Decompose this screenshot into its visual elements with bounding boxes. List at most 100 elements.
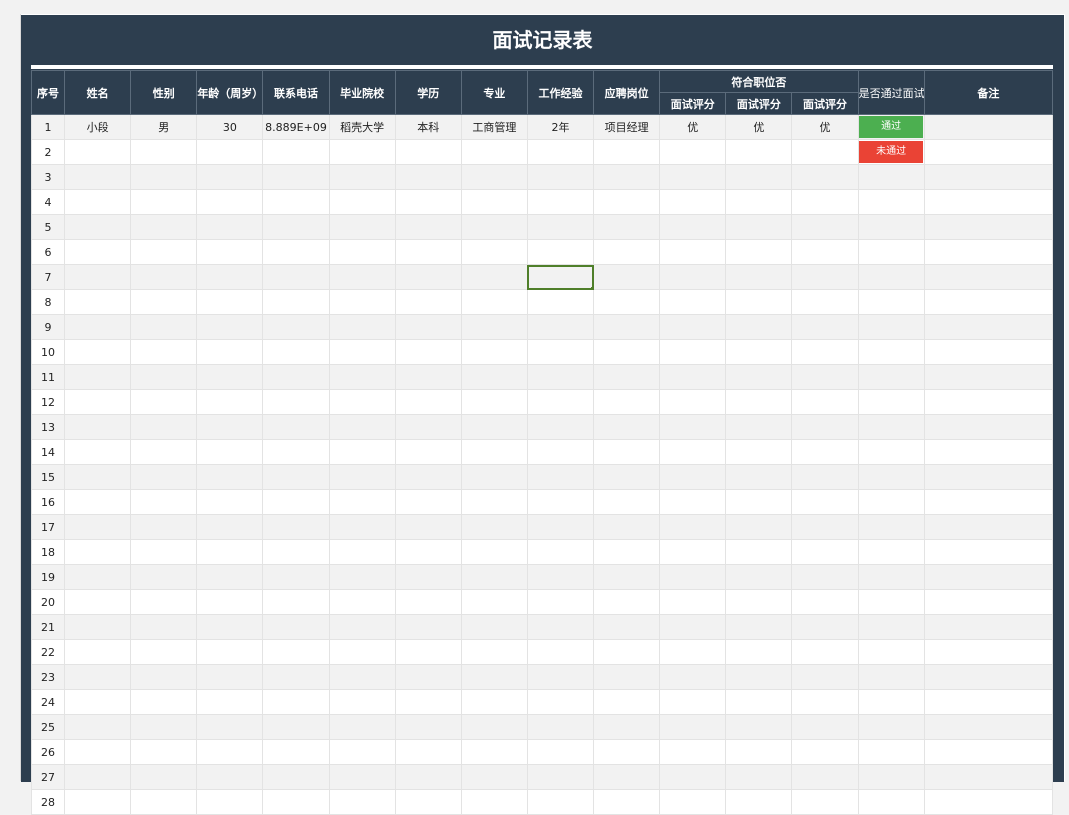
cell-name[interactable] bbox=[64, 789, 132, 815]
cell-passed[interactable] bbox=[857, 764, 925, 790]
cell-major[interactable] bbox=[460, 514, 528, 540]
cell-remark[interactable] bbox=[923, 339, 1054, 365]
cell-major[interactable] bbox=[460, 664, 528, 690]
cell-education[interactable] bbox=[394, 414, 462, 440]
cell-gender[interactable] bbox=[130, 514, 198, 540]
cell-gender[interactable] bbox=[130, 739, 198, 765]
cell-education[interactable] bbox=[394, 164, 462, 190]
cell-major[interactable] bbox=[460, 414, 528, 440]
cell-phone[interactable] bbox=[262, 564, 330, 590]
cell-phone[interactable] bbox=[262, 139, 330, 165]
cell-phone[interactable] bbox=[262, 314, 330, 340]
cell-score1[interactable] bbox=[659, 439, 727, 465]
cell-school[interactable] bbox=[328, 589, 396, 615]
cell-seq[interactable]: 6 bbox=[30, 239, 66, 265]
cell-major[interactable] bbox=[460, 139, 528, 165]
cell-position[interactable] bbox=[593, 614, 661, 640]
cell-score1[interactable] bbox=[659, 339, 727, 365]
cell-name[interactable] bbox=[64, 664, 132, 690]
cell-major[interactable] bbox=[460, 439, 528, 465]
cell-seq[interactable]: 12 bbox=[30, 389, 66, 415]
cell-score3[interactable] bbox=[791, 439, 859, 465]
cell-score1[interactable] bbox=[659, 789, 727, 815]
cell-major[interactable] bbox=[460, 389, 528, 415]
cell-phone[interactable] bbox=[262, 614, 330, 640]
cell-education[interactable] bbox=[394, 714, 462, 740]
cell-experience[interactable] bbox=[526, 689, 595, 715]
cell-score3[interactable] bbox=[791, 264, 859, 290]
cell-experience[interactable] bbox=[526, 589, 595, 615]
cell-score2[interactable] bbox=[725, 239, 793, 265]
cell-score3[interactable] bbox=[791, 764, 859, 790]
cell-school[interactable] bbox=[328, 764, 396, 790]
cell-name[interactable] bbox=[64, 189, 132, 215]
cell-score1[interactable]: 优 bbox=[659, 114, 727, 140]
cell-major[interactable] bbox=[460, 589, 528, 615]
cell-seq[interactable]: 21 bbox=[30, 614, 66, 640]
cell-score2[interactable] bbox=[725, 639, 793, 665]
cell-age[interactable] bbox=[196, 514, 264, 540]
cell-score3[interactable] bbox=[791, 214, 859, 240]
cell-passed[interactable] bbox=[857, 464, 925, 490]
header-experience[interactable]: 工作经验 bbox=[526, 70, 595, 115]
cell-age[interactable] bbox=[196, 214, 264, 240]
cell-score2[interactable] bbox=[725, 514, 793, 540]
cell-score1[interactable] bbox=[659, 639, 727, 665]
cell-school[interactable] bbox=[328, 139, 396, 165]
cell-score2[interactable] bbox=[725, 714, 793, 740]
cell-score2[interactable] bbox=[725, 739, 793, 765]
cell-score1[interactable] bbox=[659, 714, 727, 740]
header-score-3[interactable]: 面试评分 bbox=[791, 92, 859, 115]
cell-age[interactable] bbox=[196, 339, 264, 365]
cell-seq[interactable]: 20 bbox=[30, 589, 66, 615]
cell-education[interactable] bbox=[394, 289, 462, 315]
header-score-1[interactable]: 面试评分 bbox=[659, 92, 727, 115]
cell-education[interactable] bbox=[394, 764, 462, 790]
cell-passed[interactable]: 通过 bbox=[857, 114, 925, 140]
cell-school[interactable] bbox=[328, 389, 396, 415]
cell-name[interactable] bbox=[64, 439, 132, 465]
cell-major[interactable] bbox=[460, 614, 528, 640]
cell-position[interactable] bbox=[593, 689, 661, 715]
cell-school[interactable] bbox=[328, 239, 396, 265]
cell-experience[interactable]: 2年 bbox=[526, 114, 595, 140]
cell-major[interactable] bbox=[460, 289, 528, 315]
cell-position[interactable] bbox=[593, 139, 661, 165]
cell-position[interactable] bbox=[593, 414, 661, 440]
cell-remark[interactable] bbox=[923, 389, 1054, 415]
cell-age[interactable] bbox=[196, 489, 264, 515]
header-passed[interactable]: 是否通过面试 bbox=[857, 70, 925, 115]
cell-score1[interactable] bbox=[659, 214, 727, 240]
cell-score2[interactable] bbox=[725, 139, 793, 165]
cell-score3[interactable] bbox=[791, 714, 859, 740]
header-remark[interactable]: 备注 bbox=[923, 70, 1054, 115]
cell-position[interactable]: 项目经理 bbox=[593, 114, 661, 140]
cell-phone[interactable] bbox=[262, 639, 330, 665]
cell-seq[interactable]: 10 bbox=[30, 339, 66, 365]
cell-passed[interactable] bbox=[857, 289, 925, 315]
cell-passed[interactable]: 未通过 bbox=[857, 139, 925, 165]
cell-gender[interactable] bbox=[130, 614, 198, 640]
cell-age[interactable] bbox=[196, 764, 264, 790]
cell-age[interactable] bbox=[196, 264, 264, 290]
cell-seq[interactable]: 26 bbox=[30, 739, 66, 765]
cell-score2[interactable] bbox=[725, 614, 793, 640]
cell-score1[interactable] bbox=[659, 239, 727, 265]
cell-seq[interactable]: 13 bbox=[30, 414, 66, 440]
cell-score1[interactable] bbox=[659, 389, 727, 415]
cell-age[interactable] bbox=[196, 364, 264, 390]
cell-gender[interactable]: 男 bbox=[130, 114, 198, 140]
cell-score2[interactable] bbox=[725, 589, 793, 615]
cell-score1[interactable] bbox=[659, 539, 727, 565]
cell-score1[interactable] bbox=[659, 314, 727, 340]
cell-name[interactable] bbox=[64, 689, 132, 715]
fill-handle[interactable] bbox=[591, 287, 593, 289]
cell-experience[interactable] bbox=[526, 339, 595, 365]
cell-seq[interactable]: 7 bbox=[30, 264, 66, 290]
cell-school[interactable] bbox=[328, 789, 396, 815]
cell-age[interactable] bbox=[196, 389, 264, 415]
cell-score2[interactable] bbox=[725, 264, 793, 290]
cell-school[interactable] bbox=[328, 289, 396, 315]
cell-education[interactable] bbox=[394, 314, 462, 340]
cell-passed[interactable] bbox=[857, 389, 925, 415]
